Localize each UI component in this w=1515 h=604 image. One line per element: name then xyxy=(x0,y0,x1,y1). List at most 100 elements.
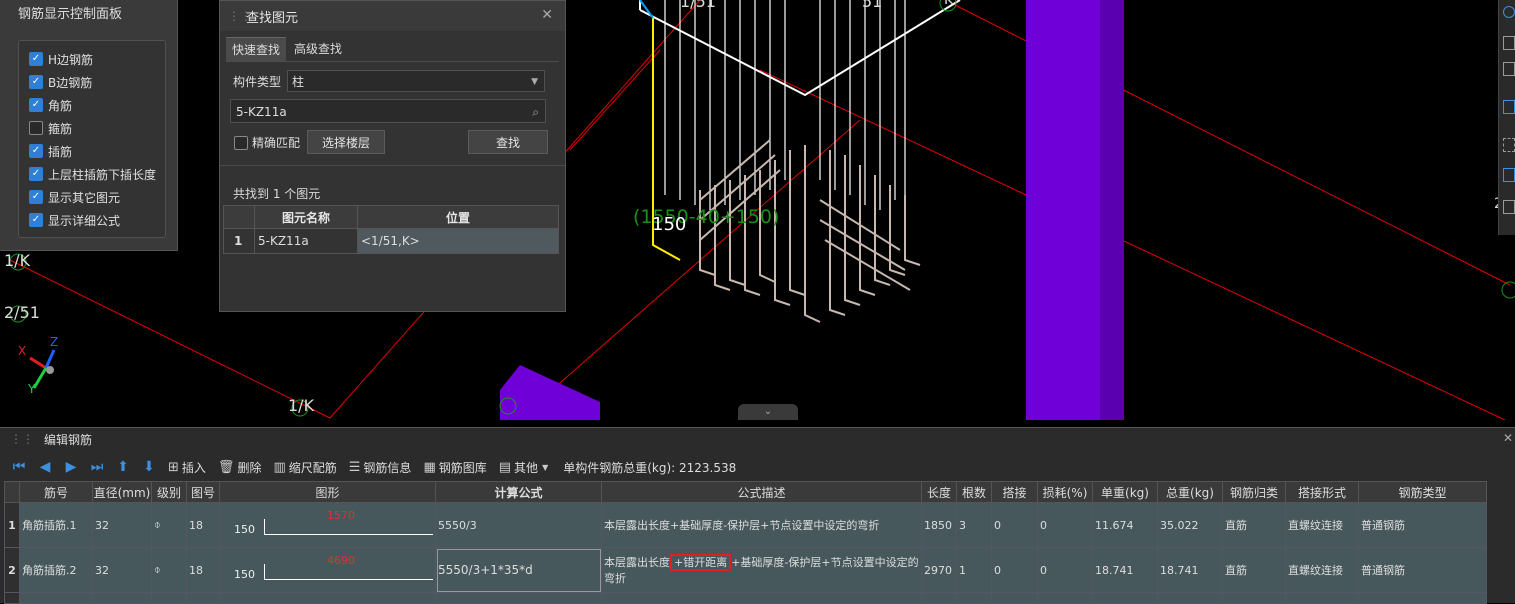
close-icon[interactable]: ✕ xyxy=(1503,431,1513,445)
gizmo-x-axis xyxy=(29,356,47,370)
cell-formula[interactable]: 5550/3 xyxy=(435,502,602,548)
option-label: H边钢筋 xyxy=(48,52,94,67)
cell-loss[interactable]: 0 xyxy=(1037,502,1093,548)
cell-figure[interactable]: 18 xyxy=(186,547,220,593)
checkbox-stirrup[interactable] xyxy=(29,121,43,135)
select-icon[interactable] xyxy=(1503,138,1515,152)
cell-figure[interactable]: 18 xyxy=(186,502,220,548)
shape-length[interactable]: 4690 xyxy=(327,554,355,567)
move-up-icon[interactable]: ⬆ xyxy=(116,459,130,475)
cell-unit-weight[interactable]: 11.674 xyxy=(1092,502,1158,548)
option-upper-dowel-length[interactable]: 上层柱插筋下插长度 xyxy=(29,164,156,184)
checkbox-upper-dowel-length[interactable] xyxy=(29,167,43,181)
trash-icon: 🗑 xyxy=(217,459,235,475)
cell-bar-no[interactable]: 角筋插筋.1 xyxy=(19,502,93,548)
divider xyxy=(220,165,565,166)
option-corner-rebar[interactable]: 角筋 xyxy=(29,95,72,115)
cell-bar-no[interactable]: 角筋插筋.2 xyxy=(19,547,93,593)
find-button[interactable]: 查找 xyxy=(468,130,548,154)
cell-lap-type[interactable]: 直螺纹连接 xyxy=(1285,547,1359,593)
total-weight: 单构件钢筋总重(kg): 2123.538 xyxy=(563,460,737,475)
row-position[interactable]: <1/51,K> xyxy=(357,228,559,254)
cell-total-weight[interactable]: 18.741 xyxy=(1157,547,1223,593)
cell-shape[interactable]: 150 1570 xyxy=(219,502,436,548)
rebar-info-button[interactable]: ☰ 钢筋信息 xyxy=(349,459,412,476)
rebar-library-button[interactable]: ▦ 钢筋图库 xyxy=(423,459,486,476)
move-down-icon[interactable]: ⬇ xyxy=(142,459,156,475)
cell-rebar-type[interactable]: 普通钢筋 xyxy=(1358,502,1487,548)
cell-length[interactable]: 2970 xyxy=(921,547,957,593)
checkbox-corner-rebar[interactable] xyxy=(29,98,43,112)
checkbox-show-other[interactable] xyxy=(29,190,43,204)
search-input[interactable]: 5-KZ11a ⌕ xyxy=(230,99,546,123)
cell-lap[interactable]: 0 xyxy=(991,547,1038,593)
checkbox-b-rebar[interactable] xyxy=(29,75,43,89)
tab-advanced-find[interactable]: 高级查找 xyxy=(288,37,348,61)
2d-icon[interactable] xyxy=(1503,36,1515,50)
close-icon[interactable]: ✕ xyxy=(541,7,553,23)
exact-match-option[interactable]: 精确匹配 xyxy=(234,134,300,151)
result-table: 图元名称 位置 1 5-KZ11a <1/51,K> xyxy=(223,205,559,254)
cell-grade[interactable]: ⌽ xyxy=(151,502,187,548)
delete-button[interactable]: 🗑 删除 xyxy=(218,459,262,476)
cell-diameter[interactable]: 32 xyxy=(92,502,152,548)
table-row[interactable]: 1 5-KZ11a <1/51,K> xyxy=(223,228,559,254)
cell-diameter[interactable]: 32 xyxy=(92,547,152,593)
cell-rebar-type[interactable]: 普通钢筋 xyxy=(1358,547,1487,593)
row-name[interactable]: 5-KZ11a xyxy=(254,228,358,254)
cell-lap-type[interactable]: 直螺纹连接 xyxy=(1285,502,1359,548)
cell-unit-weight[interactable]: 18.741 xyxy=(1092,547,1158,593)
cell-count[interactable]: 1 xyxy=(956,547,992,593)
list-icon[interactable] xyxy=(1503,200,1515,214)
cell-category[interactable]: 直筋 xyxy=(1222,502,1286,548)
col-shape: 图形 xyxy=(219,481,436,503)
prev-record-icon[interactable]: ◀ xyxy=(38,459,52,475)
view-icon[interactable] xyxy=(1503,6,1515,18)
cell-description[interactable]: 本层露出长度+基础厚度-保护层+节点设置中设定的弯折 xyxy=(601,502,922,548)
cell-loss[interactable]: 0 xyxy=(1037,547,1093,593)
type-select[interactable]: 柱 ▼ xyxy=(287,70,545,92)
checkbox-h-rebar[interactable] xyxy=(29,52,43,66)
select-floor-button[interactable]: 选择楼层 xyxy=(307,130,385,154)
option-show-formula[interactable]: 显示详细公式 xyxy=(29,210,120,230)
shape-hook-length: 150 xyxy=(234,568,255,581)
next-record-icon[interactable]: ▶ xyxy=(64,459,78,475)
exact-match-checkbox[interactable] xyxy=(234,135,248,150)
checkbox-show-formula[interactable] xyxy=(29,213,43,227)
box-icon[interactable] xyxy=(1503,62,1515,76)
layer-icon[interactable] xyxy=(1503,168,1515,182)
option-b-rebar[interactable]: B边钢筋 xyxy=(29,72,92,92)
cell-category[interactable]: 直筋 xyxy=(1222,547,1286,593)
cell-total-weight[interactable]: 35.022 xyxy=(1157,502,1223,548)
cell-count[interactable]: 3 xyxy=(956,502,992,548)
table-row[interactable]: 2 角筋插筋.2 32 ⌽ 18 150 4690 5550/3+1*35*d … xyxy=(4,547,1487,593)
option-dowel[interactable]: 插筋 xyxy=(29,141,72,161)
axis-label-1-51: 1/51 xyxy=(680,0,716,11)
cell-lap[interactable]: 0 xyxy=(991,502,1038,548)
option-show-other[interactable]: 显示其它图元 xyxy=(29,187,120,207)
table-row[interactable]: 1 角筋插筋.1 32 ⌽ 18 150 1570 5550/3 本层露出长度+… xyxy=(4,502,1487,548)
collapse-handle[interactable]: ⌄ xyxy=(738,404,798,420)
insert-button[interactable]: ⊞ 插入 xyxy=(168,459,206,476)
checkbox-dowel[interactable] xyxy=(29,144,43,158)
drag-handle-icon[interactable]: ⋮⋮ xyxy=(10,432,34,446)
option-stirrup[interactable]: 箍筋 xyxy=(29,118,72,138)
last-record-icon[interactable]: ⏭ xyxy=(90,459,104,475)
drag-handle-icon[interactable]: ⋮⋮ xyxy=(228,9,252,23)
search-icon[interactable]: ⌕ xyxy=(532,100,539,124)
tab-quick-find[interactable]: 快速查找 xyxy=(226,37,287,62)
cell-length[interactable]: 1850 xyxy=(921,502,957,548)
option-h-rebar[interactable]: H边钢筋 xyxy=(29,49,93,69)
cell-formula[interactable]: 5550/3+1*35*d xyxy=(435,547,602,593)
row-index: 1 xyxy=(223,228,255,254)
dialog-header[interactable]: ⋮⋮ 查找图元 ✕ xyxy=(220,1,565,31)
cube-icon[interactable] xyxy=(1503,100,1515,114)
shape-length[interactable]: 1570 xyxy=(327,509,355,522)
other-menu-button[interactable]: ▤ 其他 ▼ xyxy=(499,459,551,476)
scale-rebar-button[interactable]: ▥ 缩尺配筋 xyxy=(273,459,336,476)
cell-grade[interactable]: ⌽ xyxy=(151,547,187,593)
first-record-icon[interactable]: ⏮ xyxy=(12,459,26,475)
cell-shape[interactable]: 150 4690 xyxy=(219,547,436,593)
rebar-display-panel: 钢筋显示控制面板 H边钢筋 B边钢筋 角筋 箍筋 插筋 上层柱插筋下插长度 显示… xyxy=(0,0,178,251)
cell-description[interactable]: 本层露出长度 +错开距离 +基础厚度-保护层+节点设置中设定的弯折 xyxy=(601,547,922,593)
